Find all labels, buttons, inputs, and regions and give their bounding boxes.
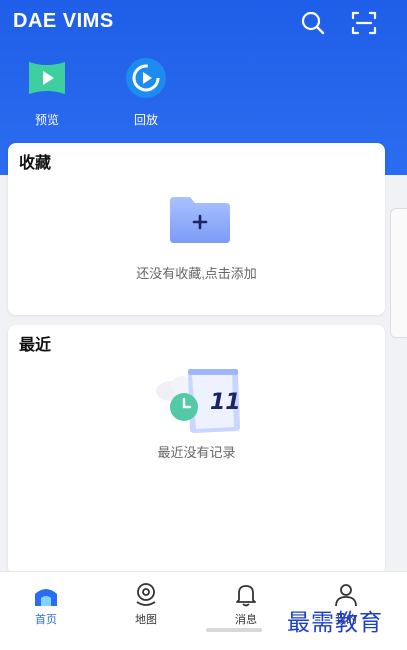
calendar-clock-icon: 11	[156, 369, 241, 433]
tab-messages-label: 消息	[235, 614, 257, 626]
play-video-icon	[29, 62, 65, 94]
favorites-empty-text[interactable]: 还没有收藏,点击添加	[8, 263, 385, 282]
side-drawer-handle[interactable]	[390, 208, 407, 338]
tab-messages[interactable]: 消息	[216, 582, 276, 627]
tab-map-label: 地图	[135, 614, 157, 626]
search-icon[interactable]	[298, 8, 328, 38]
playback-button[interactable]: 回放	[111, 56, 181, 128]
bell-icon	[236, 585, 256, 607]
home-icon	[35, 589, 57, 606]
preview-label: 预览	[34, 113, 59, 127]
playback-icon	[126, 58, 166, 98]
recent-title: 最近	[19, 337, 52, 354]
tab-map[interactable]: 地图	[116, 582, 176, 627]
tab-home-label: 首页	[35, 614, 57, 626]
add-folder-icon[interactable]	[168, 195, 232, 245]
recent-empty-text: 最近没有记录	[157, 445, 236, 460]
tab-home[interactable]: 首页	[16, 582, 76, 627]
preview-button[interactable]: 预览	[12, 56, 82, 128]
recent-card: 最近 11 最近没有记录	[8, 325, 385, 575]
app-title: DAE VIMS	[13, 10, 114, 32]
favorites-card: 收藏 还没有收藏,点击添加	[8, 143, 385, 315]
favorites-title: 收藏	[19, 155, 52, 172]
map-pin-icon	[136, 583, 156, 606]
home-indicator	[206, 628, 262, 632]
watermark-text: 最需教育	[287, 610, 383, 636]
calendar-day-label: 11	[210, 390, 241, 415]
playback-label: 回放	[133, 113, 158, 127]
scan-icon[interactable]	[349, 8, 379, 38]
